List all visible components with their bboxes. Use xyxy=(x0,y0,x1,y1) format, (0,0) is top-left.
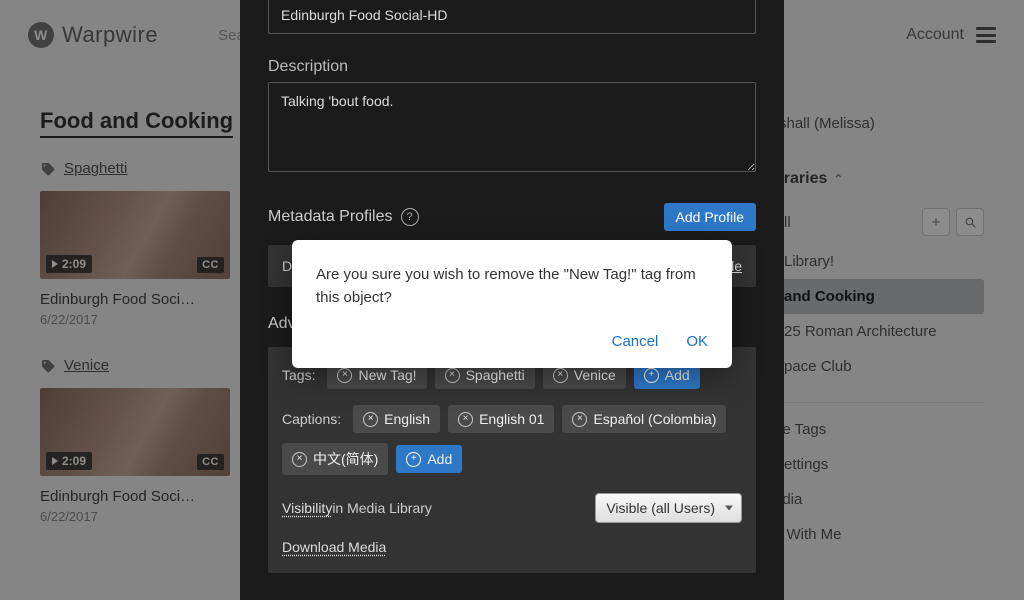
plus-icon: + xyxy=(644,368,659,383)
remove-caption-icon[interactable]: × xyxy=(292,452,307,467)
confirm-message: Are you sure you wish to remove the "New… xyxy=(316,264,708,309)
remove-caption-icon[interactable]: × xyxy=(458,412,473,427)
description-input[interactable]: Talking 'bout food. xyxy=(268,82,756,172)
caption-chip-espanol[interactable]: ×Español (Colombia) xyxy=(562,405,726,433)
plus-icon: + xyxy=(406,452,421,467)
caption-chip-english-01[interactable]: ×English 01 xyxy=(448,405,554,433)
visibility-rest: in Media Library xyxy=(332,500,432,516)
caption-chip-chinese[interactable]: ×中文(简体) xyxy=(282,443,388,475)
remove-caption-icon[interactable]: × xyxy=(572,412,587,427)
captions-label: Captions: xyxy=(282,411,341,427)
visibility-select[interactable]: Visible (all Users) xyxy=(595,493,742,523)
confirm-dialog: Are you sure you wish to remove the "New… xyxy=(292,240,732,368)
download-media-link[interactable]: Download Media xyxy=(282,539,386,555)
help-icon[interactable]: ? xyxy=(401,208,419,226)
remove-tag-icon[interactable]: × xyxy=(553,368,568,383)
ok-button[interactable]: OK xyxy=(686,333,708,350)
remove-tag-icon[interactable]: × xyxy=(337,368,352,383)
remove-caption-icon[interactable]: × xyxy=(363,412,378,427)
description-label: Description xyxy=(268,58,756,76)
cancel-button[interactable]: Cancel xyxy=(612,333,659,350)
remove-tag-icon[interactable]: × xyxy=(445,368,460,383)
add-caption-button[interactable]: +Add xyxy=(396,445,462,473)
metadata-profiles-label: Metadata Profiles xyxy=(268,208,393,226)
tags-label: Tags: xyxy=(282,367,315,383)
add-profile-button[interactable]: Add Profile xyxy=(664,203,756,231)
visibility-label[interactable]: Visibility xyxy=(282,500,332,516)
title-input[interactable] xyxy=(268,0,756,34)
caption-chip-english[interactable]: ×English xyxy=(353,405,440,433)
